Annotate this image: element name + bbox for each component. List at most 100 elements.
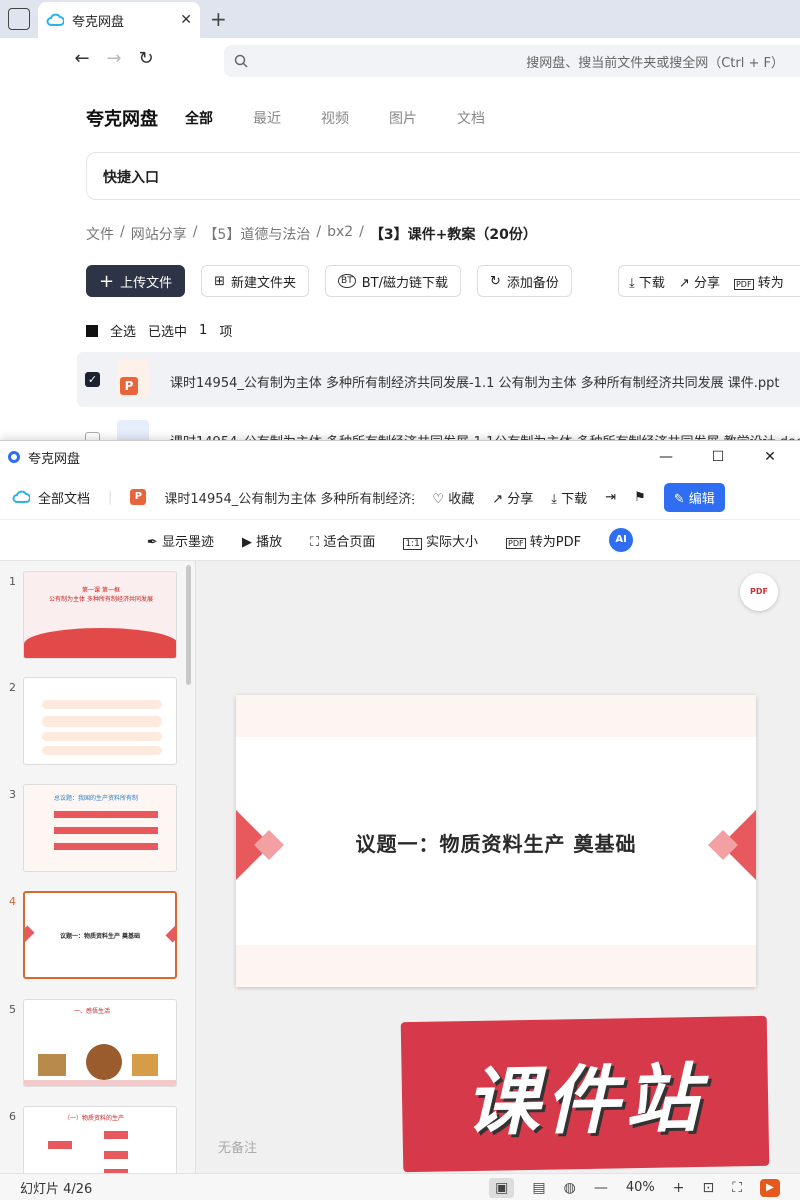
select-all-checkbox[interactable] [86, 324, 98, 337]
search-input[interactable]: 搜网盘、搜当前文件夹或搜全网（Ctrl + F） [224, 45, 800, 77]
maximize-icon[interactable]: ☐ [696, 449, 740, 465]
watermark-stamp: 课件站 [400, 1015, 770, 1173]
edit-button[interactable]: ✎ 编辑 [663, 482, 725, 512]
thumb-text: 议题一：物质资料生产 奠基础 [59, 933, 141, 940]
fullscreen-icon[interactable]: ⛶ [732, 1180, 742, 1196]
thumb-number: 2 [9, 681, 16, 694]
bt-download-button[interactable]: BT BT/磁力链下载 [325, 265, 461, 297]
crumb-subject[interactable]: 【5】道德与法治 [203, 224, 310, 244]
ai-assistant-button[interactable]: AI [609, 528, 634, 552]
cloud-icon [46, 13, 64, 26]
browser-tab[interactable]: 夸克网盘 ✕ [38, 2, 200, 38]
back-icon[interactable]: ← [70, 48, 94, 69]
share-label: 分享 [507, 491, 534, 507]
thumb-text: 一、感悟生活 [74, 1008, 111, 1015]
slide-band [236, 945, 756, 987]
show-ink-button[interactable]: ✒ 显示墨迹 [147, 531, 214, 550]
tab-docs[interactable]: 文档 [457, 108, 485, 128]
new-folder-label: 新建文件夹 [231, 275, 297, 291]
actual-size-button[interactable]: 1:1 实际大小 [403, 531, 478, 550]
to-pdf-button[interactable]: PDF 转为PDF [506, 531, 581, 550]
crumb-bx2[interactable]: bx2 [327, 224, 353, 244]
share-icon: ↗ [678, 275, 690, 291]
globe-icon[interactable]: ◍ [564, 1180, 576, 1196]
viewer-share-button[interactable]: ↗ 分享 [492, 488, 533, 507]
plus-icon: + [99, 270, 115, 292]
tab-image[interactable]: 图片 [389, 108, 417, 128]
download-button[interactable]: ⤓ 下载 [629, 272, 665, 291]
status-bar: 幻灯片 4/26 ▣ ▤ ◍ — 40% + ⊡ ⛶ ▶ [0, 1173, 800, 1200]
convert-button[interactable]: PDF 转为 [733, 272, 784, 291]
slide-thumbnail-4-selected[interactable]: 议题一：物质资料生产 奠基础 [23, 891, 177, 979]
fit-icon: ⛶ [310, 534, 320, 550]
app-logo-icon [8, 451, 20, 463]
viewer-download-button[interactable]: ⤓ 下载 [551, 488, 587, 507]
slide-thumbnail-6[interactable]: （一）物质资料的生产 [23, 1106, 177, 1173]
normal-view-icon[interactable]: ▣ [489, 1177, 515, 1198]
watermark-text: 课件站 [464, 1055, 706, 1147]
quick-entry[interactable]: 快捷入口 [86, 152, 800, 200]
fit-label: 适合页面 [323, 534, 376, 550]
slide-notes[interactable]: 无备注 [218, 1137, 257, 1156]
close-window-icon[interactable]: ✕ [748, 449, 792, 465]
crumb-sep: / [316, 224, 322, 240]
upload-button[interactable]: + 上传文件 [86, 265, 186, 297]
viewer-toolbar: 全部文档 | P 课时14954_公有制为主体 多种所有制经济共同发展 ♡ 收藏… [0, 477, 800, 517]
slide-thumbnail-5[interactable]: 一、感悟生活 [23, 999, 177, 1087]
download-icon: ⤓ [629, 275, 635, 291]
zoom-out-button[interactable]: — [594, 1180, 608, 1196]
tab-all[interactable]: 全部 [185, 108, 213, 128]
forward-icon[interactable]: → [102, 48, 126, 69]
select-all-label[interactable]: 全选 [110, 321, 136, 340]
all-docs-button[interactable]: 全部文档 [12, 488, 90, 507]
slide-band [236, 695, 756, 737]
selection-actions: ⤓ 下载 ↗ 分享 PDF 转为 [618, 265, 800, 297]
heart-icon: ♡ [432, 491, 445, 507]
slide-canvas[interactable]: PDF 议题一：物质资料生产 奠基础 无备注 课件站 [196, 561, 800, 1173]
refresh-icon[interactable]: ↻ [134, 48, 158, 69]
tab-video[interactable]: 视频 [321, 108, 349, 128]
slideshow-play-icon[interactable]: ▶ [760, 1178, 780, 1197]
pdf-export-icon[interactable]: PDF [740, 573, 778, 611]
share-button[interactable]: ↗ 分享 [679, 272, 720, 291]
thumb-number: 6 [9, 1110, 16, 1123]
thumb-text: 总议题：我国的生产资料所有制 [54, 795, 139, 802]
pdf-icon: PDF [506, 537, 526, 549]
fit-screen-icon[interactable]: ⊡ [702, 1180, 714, 1196]
play-button[interactable]: ▶ 播放 [242, 531, 282, 550]
fit-page-button[interactable]: ⛶ 适合页面 [310, 531, 375, 550]
favorite-label: 收藏 [448, 491, 475, 507]
upload-label: 上传文件 [120, 275, 173, 291]
thumbnail-scrollbar[interactable] [186, 565, 191, 685]
page-brand: 夸克网盘 [86, 109, 158, 130]
crumb-share[interactable]: 网站分享 [131, 224, 187, 244]
edit-label: 编辑 [688, 491, 715, 507]
favorite-button[interactable]: ♡ 收藏 [432, 488, 474, 507]
new-tab-button[interactable]: + [210, 7, 227, 31]
folder-plus-icon: ⊞ [214, 273, 226, 289]
slide-title: 议题一：物质资料生产 奠基础 [355, 832, 637, 856]
sidebar-toggle-icon[interactable] [8, 8, 30, 30]
ppt-icon: P [130, 489, 147, 505]
ink-label: 显示墨迹 [161, 534, 214, 550]
zoom-in-button[interactable]: + [673, 1180, 685, 1196]
play-label: 播放 [256, 534, 283, 550]
slide-thumbnail-3[interactable]: 总议题：我国的生产资料所有制 [23, 784, 177, 872]
new-folder-button[interactable]: ⊞ 新建文件夹 [201, 265, 310, 297]
file-checkbox-checked[interactable]: ✓ [85, 372, 100, 387]
minimize-icon[interactable]: — [644, 449, 688, 465]
tab-recent[interactable]: 最近 [253, 108, 281, 128]
download-label: 下载 [561, 491, 588, 507]
crumb-files[interactable]: 文件 [86, 224, 114, 244]
add-backup-button[interactable]: ↻ 添加备份 [476, 265, 572, 297]
export-icon[interactable]: ⇥ [605, 490, 616, 505]
slide-thumbnail-1[interactable]: 第一课 第一框 公有制为主体 多种所有制经济共同发展 [23, 571, 177, 659]
file-name[interactable]: 课时14954_公有制为主体 多种所有制经济共同发展-1.1 公有制为主体 多种… [170, 372, 779, 391]
selection-row: 全选 已选中 1 项 [86, 321, 232, 340]
share-icon: ↗ [492, 491, 504, 507]
close-icon[interactable]: ✕ [180, 12, 192, 28]
feedback-icon[interactable]: ⚑ [634, 490, 646, 505]
slide-thumbnail-2[interactable] [23, 677, 177, 765]
notes-view-icon[interactable]: ▤ [532, 1180, 545, 1196]
file-toolbar: + 上传文件 ⊞ 新建文件夹 BT BT/磁力链下载 ↻ 添加备份 [86, 265, 572, 297]
